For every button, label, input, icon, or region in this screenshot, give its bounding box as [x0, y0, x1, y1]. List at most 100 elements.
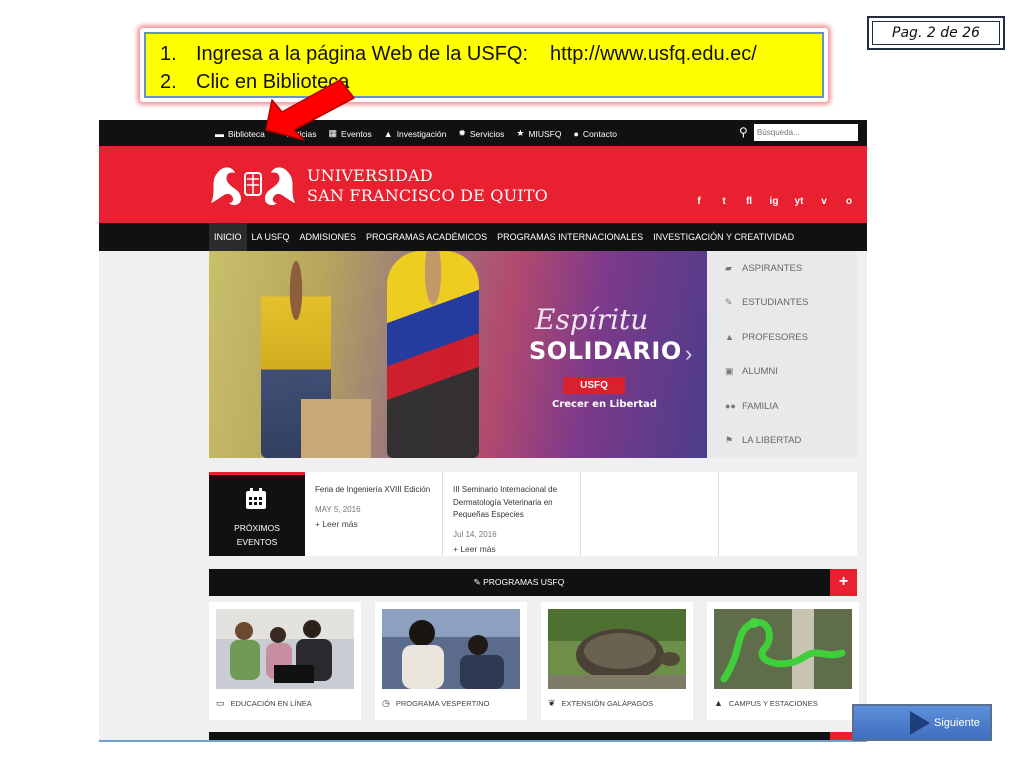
flask-icon: ▲: [725, 332, 734, 342]
program-cards: ▭ EDUCACIÓN EN LÍNEA ◷ PROGRAMA VESPERTINO: [209, 602, 859, 720]
topnav-label: Biblioteca: [228, 128, 265, 139]
program-card-caption: ◷ PROGRAMA VESPERTINO: [382, 698, 490, 709]
users-icon: ●●: [725, 401, 736, 411]
mainnav-la-usfq[interactable]: LA USFQ: [247, 223, 295, 251]
program-card-label: PROGRAMA VESPERTINO: [395, 699, 490, 708]
topnav-label: Contacto: [582, 128, 617, 139]
program-card-extension-galapagos[interactable]: ❦ EXTENSIÓN GALÁPAGOS: [541, 602, 693, 720]
topnav-biblioteca[interactable]: ▬ Biblioteca: [215, 128, 265, 139]
event-read-more-link[interactable]: + Leer más: [315, 519, 358, 529]
instruction-box: 1. Ingresa a la página Web de la USFQ: htt…: [140, 28, 828, 102]
event-read-more-link[interactable]: + Leer más: [453, 544, 496, 554]
program-card-campus-y-estaciones[interactable]: ▲ CAMPUS Y ESTACIONES: [707, 602, 859, 720]
hero-title-script: Espíritu: [535, 303, 649, 336]
search-input[interactable]: [754, 124, 858, 141]
sidemenu-label: LA LIBERTAD: [742, 434, 802, 446]
logo-line-1: UNIVERSIDAD: [307, 166, 433, 185]
university-name[interactable]: UNIVERSIDAD SAN FRANCISCO DE QUITO: [307, 166, 548, 206]
topnav-contacto[interactable]: ● Contacto: [573, 128, 616, 139]
topnav-label: MIUSFQ: [528, 128, 562, 139]
event-item-empty: [581, 472, 719, 556]
sidemenu-label: ALUMNI: [742, 365, 778, 377]
logo-line-2: SAN FRANCISCO DE QUITO: [307, 186, 548, 205]
program-card-caption: ▭ EDUCACIÓN EN LÍNEA: [216, 698, 312, 709]
mainnav-inicio[interactable]: INICIO: [209, 223, 247, 251]
sidemenu-profesores[interactable]: ▲ PROFESORES: [725, 330, 808, 344]
flag-icon: ⚑: [725, 434, 734, 445]
flask-icon: ▲: [714, 698, 723, 708]
next-button[interactable]: Siguiente: [852, 704, 992, 741]
briefcase-icon: ▣: [725, 365, 734, 376]
program-card-label: EDUCACIÓN EN LÍNEA: [230, 699, 312, 708]
mainnav-investigacion-creatividad[interactable]: INVESTIGACIÓN Y CREATIVIDAD: [648, 223, 799, 251]
pencil-icon: ✎: [725, 296, 733, 307]
instruction-step-2: 2. Clic en Biblioteca: [160, 68, 812, 96]
folder-icon: ▰: [725, 262, 732, 273]
calendar-icon: [246, 488, 266, 509]
usfq-dragons-logo-icon[interactable]: [207, 159, 299, 209]
topnav-miusfq[interactable]: ★ MIUSFQ: [516, 128, 561, 139]
tutorial-slide: Pag. 2 de 26 1. Ingresa a la página Web d…: [0, 0, 1024, 768]
page-indicator: Pag. 2 de 26: [867, 16, 1005, 50]
program-card-caption: ❦ EXTENSIÓN GALÁPAGOS: [548, 698, 653, 709]
events-header-label: PRÓXIMOS EVENTOS: [209, 521, 305, 549]
step-1-number: 1.: [160, 43, 177, 65]
search-icon[interactable]: ⚲: [739, 125, 748, 139]
sidemenu-label: PROFESORES: [742, 331, 808, 343]
social-links: f t fl ig yt v o: [693, 196, 855, 207]
monitor-icon: ▭: [216, 698, 225, 708]
event-item[interactable]: Feria de Ingeniería XVIII Edición MAY 5,…: [305, 472, 443, 556]
mainnav-programas-academicos[interactable]: PROGRAMAS ACADÉMICOS: [361, 223, 492, 251]
instruction-panel: 1. Ingresa a la página Web de la USFQ: htt…: [144, 32, 824, 98]
clock-icon: ◷: [382, 698, 390, 708]
upcoming-events: PRÓXIMOS EVENTOS Feria de Ingeniería XVI…: [209, 472, 857, 556]
program-card-label: EXTENSIÓN GALÁPAGOS: [561, 699, 654, 708]
topnav-investigacion[interactable]: ▲ Investigación: [384, 128, 447, 139]
flickr-icon[interactable]: fl: [743, 196, 755, 207]
step-2-number: 2.: [160, 71, 177, 93]
hero-usfq-badge: USFQ: [563, 377, 625, 394]
twitter-icon[interactable]: t: [718, 196, 730, 207]
facebook-icon[interactable]: f: [693, 196, 705, 207]
event-item[interactable]: III Seminario Internacional de Dermatolo…: [443, 472, 581, 556]
sidemenu-alumni[interactable]: ▣ ALUMNI: [725, 364, 778, 378]
green-snake-image: [714, 609, 852, 689]
header-banner: UNIVERSIDAD SAN FRANCISCO DE QUITO f t f…: [99, 146, 867, 223]
play-arrow-icon: [910, 711, 930, 735]
hero-title-bold: SOLIDARIO: [529, 337, 682, 365]
program-card-programa-vespertino[interactable]: ◷ PROGRAMA VESPERTINO: [375, 602, 527, 720]
next-section-bar: [209, 732, 857, 740]
topnav-label: Servicios: [469, 128, 505, 139]
main-nav-items: INICIO LA USFQ ADMISIONES PROGRAMAS ACAD…: [209, 223, 799, 251]
hero-person-flag: [387, 251, 479, 458]
sidemenu-aspirantes[interactable]: ▰ ASPIRANTES: [725, 261, 802, 275]
main-navigation: INICIO LA USFQ ADMISIONES PROGRAMAS ACAD…: [99, 223, 867, 251]
event-item-empty: [719, 472, 857, 556]
leaf-icon: ❦: [548, 698, 556, 708]
mainnav-programas-internacionales[interactable]: PROGRAMAS INTERNACIONALES: [492, 223, 648, 251]
top-utility-bar: ▬Biblioteca ◔Noticias ▦Eventos ▲Investig…: [99, 120, 867, 146]
programs-expand-button[interactable]: +: [830, 569, 857, 596]
sidemenu-familia[interactable]: ●● FAMILIA: [725, 399, 778, 413]
vimeo-icon[interactable]: v: [818, 196, 830, 207]
youtube-icon[interactable]: yt: [793, 196, 805, 207]
events-header[interactable]: PRÓXIMOS EVENTOS: [209, 472, 305, 556]
other-social-icon[interactable]: o: [843, 196, 855, 207]
event-title: Feria de Ingeniería XVIII Edición: [315, 485, 431, 494]
events-header-line-1: PRÓXIMOS: [234, 523, 280, 533]
sidemenu-label: ESTUDIANTES: [742, 296, 809, 308]
mainnav-admisiones[interactable]: ADMISIONES: [295, 223, 362, 251]
evening-students-image: [382, 609, 520, 689]
flask-icon: ▲: [383, 128, 393, 139]
students-laptop-image: [216, 609, 354, 689]
instagram-icon[interactable]: ig: [768, 196, 780, 207]
program-card-educacion-en-linea[interactable]: ▭ EDUCACIÓN EN LÍNEA: [209, 602, 361, 720]
carousel-next-icon[interactable]: ›: [685, 341, 692, 367]
topnav-servicios[interactable]: ✹ Servicios: [458, 128, 504, 139]
programs-label-text: PROGRAMAS USFQ: [483, 577, 565, 587]
gear-icon: ✹: [458, 128, 466, 138]
hero-carousel[interactable]: Espíritu SOLIDARIO USFQ Crecer en Libert…: [209, 251, 707, 458]
book-icon: ▬: [215, 128, 224, 139]
sidemenu-estudiantes[interactable]: ✎ ESTUDIANTES: [725, 295, 809, 309]
sidemenu-la-libertad[interactable]: ⚑ LA LIBERTAD: [725, 433, 801, 447]
